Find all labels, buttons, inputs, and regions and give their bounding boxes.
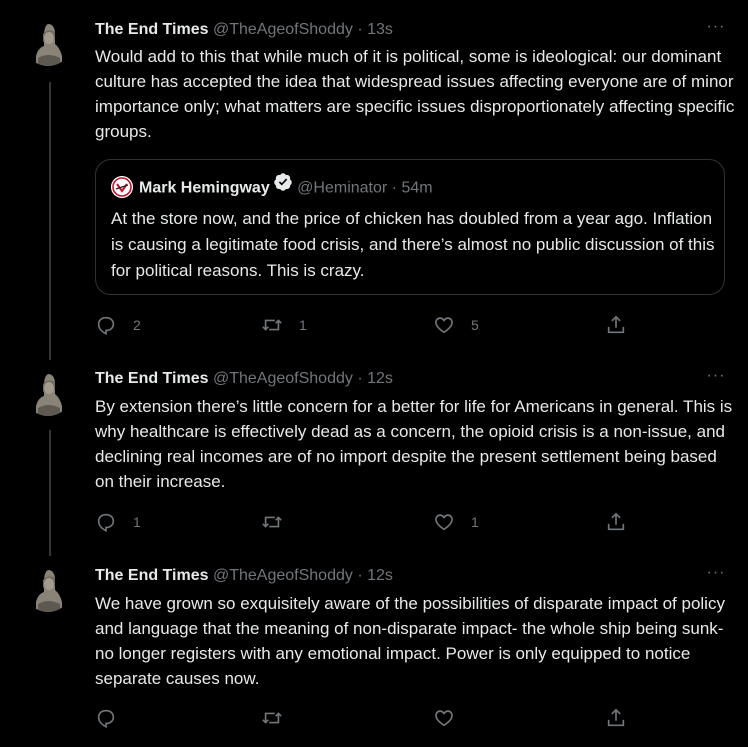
logo-avatar-icon	[111, 175, 133, 198]
reply-button[interactable]: 2	[95, 313, 141, 337]
reply-count: 1	[133, 514, 141, 530]
quote-header: Mark Hemingway @Heminator · 54m	[111, 172, 433, 203]
tweet-header: The End Times @TheAgeofShoddy · 13s	[95, 19, 393, 41]
reply-icon	[97, 709, 115, 729]
retweet-icon	[262, 516, 282, 528]
share-icon	[607, 708, 625, 727]
quote-author-handle[interactable]: @Heminator	[297, 180, 387, 197]
tweet-header: The End Times @TheAgeofShoddy · 12s	[95, 565, 393, 587]
retweet-count: 1	[299, 317, 307, 333]
like-icon	[435, 710, 453, 727]
tweet-text: We have grown so exquisitely aware of th…	[95, 594, 725, 688]
avatar[interactable]	[24, 368, 72, 416]
author-handle[interactable]: @TheAgeofShoddy	[213, 21, 353, 38]
reply-button[interactable]: 1	[95, 510, 141, 534]
more-options-icon[interactable]: ···	[704, 565, 728, 586]
retweet-icon	[262, 319, 282, 331]
tweet-text: By extension there’s little concern for …	[95, 397, 733, 491]
timestamp[interactable]: 12s	[367, 567, 393, 584]
separator-dot: ·	[357, 21, 363, 38]
action-bar: 1 1	[95, 510, 635, 534]
statue-avatar-icon	[24, 564, 72, 612]
retweet-button[interactable]	[261, 510, 299, 534]
retweet-button[interactable]: 1	[261, 313, 307, 337]
quote-author-name[interactable]: Mark Hemingway	[139, 180, 270, 197]
action-bar: 2 1 5	[95, 313, 635, 337]
author-handle[interactable]: @TheAgeofShoddy	[213, 567, 353, 584]
reply-icon	[97, 513, 115, 533]
share-icon	[607, 315, 625, 334]
retweet-icon	[262, 712, 282, 724]
tweet[interactable]: The End Times @TheAgeofShoddy · 12s ··· …	[0, 352, 748, 550]
avatar[interactable]	[24, 18, 72, 66]
tweet[interactable]: The End Times @TheAgeofShoddy · 12s ··· …	[0, 550, 748, 747]
like-button[interactable]: 1	[433, 510, 479, 534]
like-button[interactable]	[433, 706, 471, 730]
author-name[interactable]: The End Times	[95, 370, 209, 387]
separator-dot: ·	[357, 370, 363, 387]
reply-icon	[97, 316, 115, 336]
like-count: 1	[471, 514, 479, 530]
quote-tweet[interactable]: Mark Hemingway @Heminator · 54m At the s…	[95, 159, 725, 295]
quote-text: At the store now, and the price of chick…	[111, 209, 715, 280]
action-bar	[95, 706, 635, 730]
separator-dot: ·	[391, 179, 397, 197]
quote-timestamp[interactable]: 54m	[401, 180, 432, 197]
tweet-text: Would add to this that while much of it …	[95, 47, 735, 141]
separator-dot: ·	[357, 567, 363, 584]
more-options-icon[interactable]: ···	[704, 19, 728, 40]
retweet-button[interactable]	[261, 706, 299, 730]
timestamp[interactable]: 13s	[367, 21, 393, 38]
quote-avatar[interactable]	[111, 175, 133, 198]
statue-avatar-icon	[24, 18, 72, 66]
statue-avatar-icon	[24, 368, 72, 416]
share-icon	[607, 512, 625, 531]
timestamp[interactable]: 12s	[367, 370, 393, 387]
reply-button[interactable]	[95, 706, 133, 730]
share-button[interactable]	[605, 313, 627, 337]
share-button[interactable]	[605, 706, 627, 730]
like-button[interactable]: 5	[433, 313, 479, 337]
like-count: 5	[471, 317, 479, 333]
verified-badge-icon	[273, 172, 293, 201]
avatar[interactable]	[24, 564, 72, 612]
like-icon	[435, 514, 453, 531]
reply-count: 2	[133, 317, 141, 333]
tweet[interactable]: The End Times @TheAgeofShoddy · 13s ··· …	[0, 0, 748, 352]
more-options-icon[interactable]: ···	[704, 368, 728, 389]
like-icon	[435, 317, 453, 334]
author-handle[interactable]: @TheAgeofShoddy	[213, 370, 353, 387]
author-name[interactable]: The End Times	[95, 567, 209, 584]
share-button[interactable]	[605, 510, 627, 534]
tweet-header: The End Times @TheAgeofShoddy · 12s	[95, 368, 393, 390]
author-name[interactable]: The End Times	[95, 21, 209, 38]
